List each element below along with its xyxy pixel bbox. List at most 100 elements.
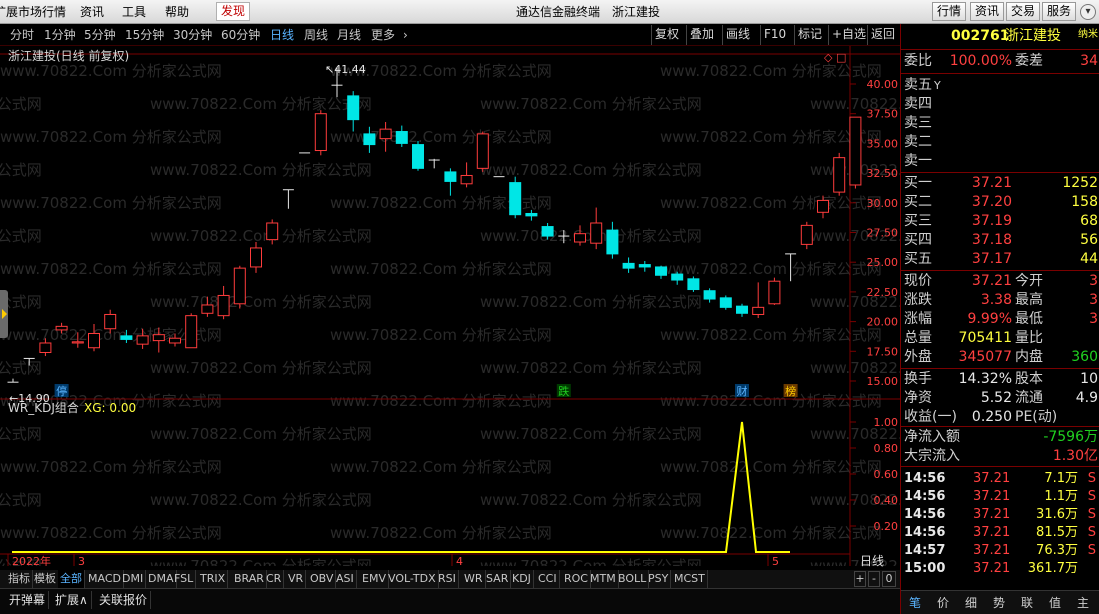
indicator-tab[interactable]: MTM	[588, 570, 619, 588]
zoom-in-button[interactable]: +	[854, 571, 866, 587]
quote-tab[interactable]: 主	[1071, 594, 1095, 612]
indicator-tab[interactable]: MACD	[86, 570, 124, 588]
zoom-reset-button[interactable]: 0	[882, 571, 896, 587]
buy-level[interactable]: 买五 37.17 44	[901, 250, 1099, 269]
sell-level[interactable]: 卖二	[901, 133, 1099, 152]
buy-price: 37.17	[971, 251, 1012, 267]
indicator-tab[interactable]: EMV	[360, 570, 389, 588]
related-quotes-button[interactable]: 关联报价	[96, 591, 152, 609]
top-button-service[interactable]: 服务	[1042, 2, 1077, 21]
window-icon[interactable]: □	[836, 51, 846, 64]
extend-button[interactable]: 扩展∧	[52, 591, 92, 609]
sell-level[interactable]: 卖一	[901, 152, 1099, 171]
buy-level[interactable]: 买一 37.21 1252	[901, 174, 1099, 193]
tick-row: 14:56 37.21 31.6万 S	[901, 506, 1099, 524]
toolbar-draw-button[interactable]: 画线	[722, 25, 753, 45]
sell-level[interactable]: 卖四	[901, 95, 1099, 114]
weibi-row: 委比 100.00% 委差 34	[901, 52, 1099, 71]
quote-tab[interactable]: 价	[931, 594, 955, 612]
period-5min[interactable]: 5分钟	[84, 27, 116, 43]
indicator-tab[interactable]: CR	[264, 570, 285, 588]
event-marker[interactable]: 停	[54, 384, 69, 398]
watermark-text: www.70822.Com 分析家公式网	[0, 128, 222, 146]
indicator-tab[interactable]: BRAR	[232, 570, 267, 588]
indicator-tab[interactable]: SAR	[484, 570, 512, 588]
quote-tab[interactable]: 细	[959, 594, 983, 612]
tick-time: 14:57	[904, 543, 946, 558]
toolbar-mark-button[interactable]: 标记	[794, 25, 825, 45]
indicator-tab[interactable]: ASI	[334, 570, 357, 588]
app-window: 扩展市场行情 资讯 工具 帮助 发现 通达信金融终端 浙江建投 行情 资讯 交易…	[0, 0, 1099, 614]
indicator-tab[interactable]: FSL	[172, 570, 197, 588]
sell-level[interactable]: 卖三	[901, 114, 1099, 133]
indicator-tab[interactable]: 模板	[32, 570, 59, 588]
kline-chart[interactable]: www.70822.Com 分析家公式网 www.70822.Com 分析家公式网…	[0, 46, 900, 566]
stat-row: 外盘 345077 内盘 360	[901, 348, 1099, 367]
buy-level[interactable]: 买三 37.19 68	[901, 212, 1099, 231]
quote-tab[interactable]: 值	[1043, 594, 1067, 612]
toolbar-back-button[interactable]: 返回	[867, 25, 898, 45]
indicator-tab[interactable]: VR	[286, 570, 307, 588]
buy-level[interactable]: 买二 37.20 158	[901, 193, 1099, 212]
period-1min[interactable]: 1分钟	[44, 27, 76, 43]
indicator-tab[interactable]: WR	[462, 570, 486, 588]
sell-level[interactable]: 卖五 Y	[901, 76, 1099, 95]
watermark-text: www.70822.Com 分析家公式网	[150, 557, 372, 566]
indicator-tab[interactable]: BOLL	[616, 570, 650, 588]
quote-tab[interactable]: 势	[987, 594, 1011, 612]
indicator-tab[interactable]: KDJ	[510, 570, 534, 588]
indicator-tab[interactable]: RSI	[436, 570, 459, 588]
menu-tools[interactable]: 工具	[122, 4, 146, 20]
stat-value: 705411	[958, 330, 1012, 346]
period-15min[interactable]: 15分钟	[125, 27, 164, 43]
period-weekly[interactable]: 周线	[304, 27, 328, 43]
candle	[622, 257, 635, 273]
period-60min[interactable]: 60分钟	[221, 27, 260, 43]
stat-value: 3.38	[980, 292, 1012, 308]
danmu-button[interactable]: 开弹幕	[6, 591, 50, 609]
stat-row: 涨跌 3.38 最高 3	[901, 291, 1099, 310]
stat-row: 现价 37.21 今开 3	[901, 272, 1099, 291]
buy-level[interactable]: 买四 37.18 56	[901, 231, 1099, 250]
chevron-right-icon[interactable]: ›	[403, 27, 408, 43]
menu-news[interactable]: 资讯	[80, 4, 104, 20]
period-right-label[interactable]: 日线	[852, 552, 900, 570]
toolbar-adjust-button[interactable]: 复权	[651, 25, 682, 45]
indicator-tab[interactable]: DMI	[120, 570, 147, 588]
left-panel-handle[interactable]	[0, 290, 8, 338]
period-daily[interactable]: 日线	[270, 27, 294, 43]
candle	[444, 168, 457, 196]
indicator-tab[interactable]: PSY	[646, 570, 672, 588]
menu-discover[interactable]: 发现	[216, 2, 251, 21]
indicator-tab[interactable]: VOL-TDX	[386, 570, 439, 588]
chevron-down-icon[interactable]: ▾	[1080, 4, 1096, 20]
zoom-out-button[interactable]: -	[868, 571, 880, 587]
indicator-tab[interactable]: 全部	[58, 570, 85, 588]
indicator-tab[interactable]: 指标	[6, 570, 33, 588]
indicator-tab[interactable]: MCST	[672, 570, 708, 588]
quote-tab[interactable]: 联	[1015, 594, 1039, 612]
fund-label: 收益(一)	[904, 409, 957, 425]
top-button-news[interactable]: 资讯	[970, 2, 1005, 21]
period-more[interactable]: 更多	[371, 27, 395, 43]
indicator-tab[interactable]: OBV	[308, 570, 337, 588]
toolbar-f10-button[interactable]: F10	[760, 25, 789, 45]
menu-help[interactable]: 帮助	[165, 4, 189, 20]
indicator-tab[interactable]: ROC	[562, 570, 591, 588]
period-30min[interactable]: 30分钟	[173, 27, 212, 43]
toolbar-overlay-button[interactable]: 叠加	[686, 25, 717, 45]
toolbar-add-watchlist-button[interactable]: +自选	[828, 25, 869, 45]
menu-extended-market[interactable]: 扩展市场行情	[0, 4, 66, 20]
top-button-trade[interactable]: 交易	[1006, 2, 1041, 21]
period-monthly[interactable]: 月线	[337, 27, 361, 43]
event-marker[interactable]: 财	[735, 384, 749, 398]
collapse-icon[interactable]: ◇	[824, 51, 833, 64]
quote-tab[interactable]: 笔	[903, 594, 927, 612]
event-marker[interactable]: 榜	[783, 384, 798, 398]
event-marker[interactable]: 跌	[556, 384, 571, 398]
top-button-quotes[interactable]: 行情	[932, 2, 967, 21]
watermark-text: www.70822.Com 分析家公式网	[660, 392, 882, 410]
period-intraday[interactable]: 分时	[10, 27, 34, 43]
indicator-tab[interactable]: TRIX	[198, 570, 229, 588]
indicator-tab[interactable]: CCI	[536, 570, 560, 588]
